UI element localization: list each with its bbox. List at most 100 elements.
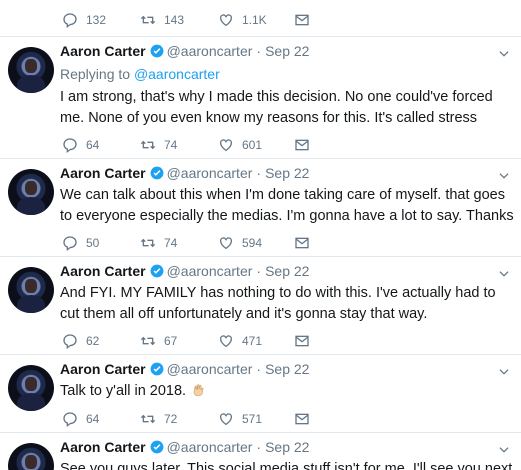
author-name[interactable]: Aaron Carter: [60, 361, 146, 377]
heart-icon: [220, 14, 232, 27]
like-button[interactable]: 594: [218, 235, 294, 251]
tweet[interactable]: Aaron Carter @aaroncarter · Sep 22 Talk …: [0, 354, 521, 432]
replying-prefix: Replying to: [60, 66, 134, 82]
tweet-date[interactable]: Sep 22: [265, 43, 309, 59]
retweet-icon: [140, 140, 156, 150]
retweet-button[interactable]: 72: [140, 411, 218, 427]
tweet-header: Aaron Carter @aaroncarter · Sep 22: [60, 165, 309, 181]
tweet-actions: 62 67 471: [62, 333, 310, 349]
chevron-down-icon[interactable]: [497, 443, 511, 457]
tweet-text: Talk to y'all in 2018.: [60, 383, 187, 399]
tweet-date[interactable]: Sep 22: [265, 165, 309, 181]
avatar[interactable]: [8, 267, 54, 313]
retweet-icon: [140, 414, 156, 424]
author-name[interactable]: Aaron Carter: [60, 439, 146, 455]
reply-icon: [63, 412, 77, 427]
message-button[interactable]: [294, 411, 310, 427]
verified-badge-icon: [150, 440, 164, 454]
tweet-actions: 50 74 594: [62, 235, 310, 251]
like-button[interactable]: 471: [218, 333, 294, 349]
separator-dot: ·: [256, 43, 262, 59]
tweet-date[interactable]: Sep 22: [265, 263, 309, 279]
tweet-header: Aaron Carter @aaroncarter · Sep 22: [60, 263, 309, 279]
tweet[interactable]: Aaron Carter @aaroncarter · Sep 22 We ca…: [0, 158, 521, 256]
author-name[interactable]: Aaron Carter: [60, 263, 146, 279]
message-button[interactable]: [294, 235, 310, 251]
retweet-button[interactable]: 67: [140, 333, 218, 349]
like-button[interactable]: 601: [218, 137, 294, 153]
tweet-date[interactable]: Sep 22: [265, 439, 309, 455]
like-count: 594: [242, 236, 263, 250]
author-name[interactable]: Aaron Carter: [60, 165, 146, 181]
like-count: 601: [242, 138, 263, 152]
retweet-count: 74: [164, 138, 178, 152]
reply-icon: [63, 13, 77, 28]
tweet-text-container: Talk to y'all in 2018.: [60, 381, 515, 402]
retweet-icon: [140, 336, 156, 346]
reply-count: 64: [86, 412, 100, 426]
envelope-icon: [295, 335, 309, 347]
retweet-count: 67: [164, 334, 178, 348]
chevron-down-icon[interactable]: [497, 365, 511, 379]
replying-to: Replying to @aaroncarter: [60, 66, 220, 82]
retweet-count: 74: [164, 236, 178, 250]
reply-icon: [63, 334, 77, 349]
like-count: 571: [242, 412, 263, 426]
avatar[interactable]: [8, 47, 54, 93]
chevron-down-icon[interactable]: [497, 267, 511, 281]
chevron-down-icon[interactable]: [497, 47, 511, 61]
author-handle[interactable]: @aaroncarter: [167, 165, 253, 181]
heart-icon: [220, 237, 232, 250]
tweet-actions: 64 74 601: [62, 137, 310, 153]
tweet-text: And FYI. MY FAMILY has nothing to do wit…: [60, 285, 496, 322]
replying-handle-link[interactable]: @aaroncarter: [134, 66, 220, 82]
tweet-date[interactable]: Sep 22: [265, 361, 309, 377]
tweet-actions: 64 72 571: [62, 411, 310, 427]
ok-hand-emoji-icon: [193, 384, 204, 397]
envelope-icon: [295, 14, 309, 26]
avatar[interactable]: [8, 443, 54, 470]
reply-button[interactable]: 64: [62, 411, 140, 427]
separator-dot: ·: [256, 361, 262, 377]
chevron-down-icon[interactable]: [497, 169, 511, 183]
message-button[interactable]: [294, 12, 310, 28]
retweet-icon: [140, 238, 156, 248]
author-handle[interactable]: @aaroncarter: [167, 43, 253, 59]
like-count: 1.1K: [242, 13, 267, 27]
top-tweet-actions: 132 143 1.1K: [62, 12, 310, 28]
tweet[interactable]: Aaron Carter @aaroncarter · Sep 22 Reply…: [0, 36, 521, 158]
author-handle[interactable]: @aaroncarter: [167, 263, 253, 279]
message-button[interactable]: [294, 137, 310, 153]
reply-button[interactable]: 50: [62, 235, 140, 251]
heart-icon: [220, 413, 232, 426]
message-button[interactable]: [294, 333, 310, 349]
retweet-count: 143: [164, 13, 185, 27]
tweet[interactable]: Aaron Carter @aaroncarter · Sep 22 See y…: [0, 432, 521, 470]
reply-button[interactable]: 132: [62, 12, 140, 28]
verified-badge-icon: [150, 166, 164, 180]
avatar[interactable]: [8, 365, 54, 411]
like-button[interactable]: 1.1K: [218, 12, 294, 28]
tweet[interactable]: Aaron Carter @aaroncarter · Sep 22 And F…: [0, 256, 521, 354]
author-handle[interactable]: @aaroncarter: [167, 439, 253, 455]
envelope-icon: [295, 237, 309, 249]
heart-icon: [220, 139, 232, 152]
reply-count: 64: [86, 138, 100, 152]
tweet-header: Aaron Carter @aaroncarter · Sep 22: [60, 43, 309, 59]
reply-button[interactable]: 64: [62, 137, 140, 153]
like-button[interactable]: 571: [218, 411, 294, 427]
reply-button[interactable]: 62: [62, 333, 140, 349]
retweet-button[interactable]: 74: [140, 235, 218, 251]
retweet-count: 72: [164, 412, 178, 426]
tweet-text: We can talk about this when I'm done tak…: [60, 187, 514, 224]
retweet-button[interactable]: 74: [140, 137, 218, 153]
like-count: 471: [242, 334, 263, 348]
reply-count: 132: [86, 13, 107, 27]
author-handle[interactable]: @aaroncarter: [167, 361, 253, 377]
tweet-header: Aaron Carter @aaroncarter · Sep 22: [60, 439, 309, 455]
verified-badge-icon: [150, 264, 164, 278]
avatar[interactable]: [8, 169, 54, 215]
retweet-button[interactable]: 143: [140, 12, 218, 28]
author-name[interactable]: Aaron Carter: [60, 43, 146, 59]
verified-badge-icon: [150, 362, 164, 376]
